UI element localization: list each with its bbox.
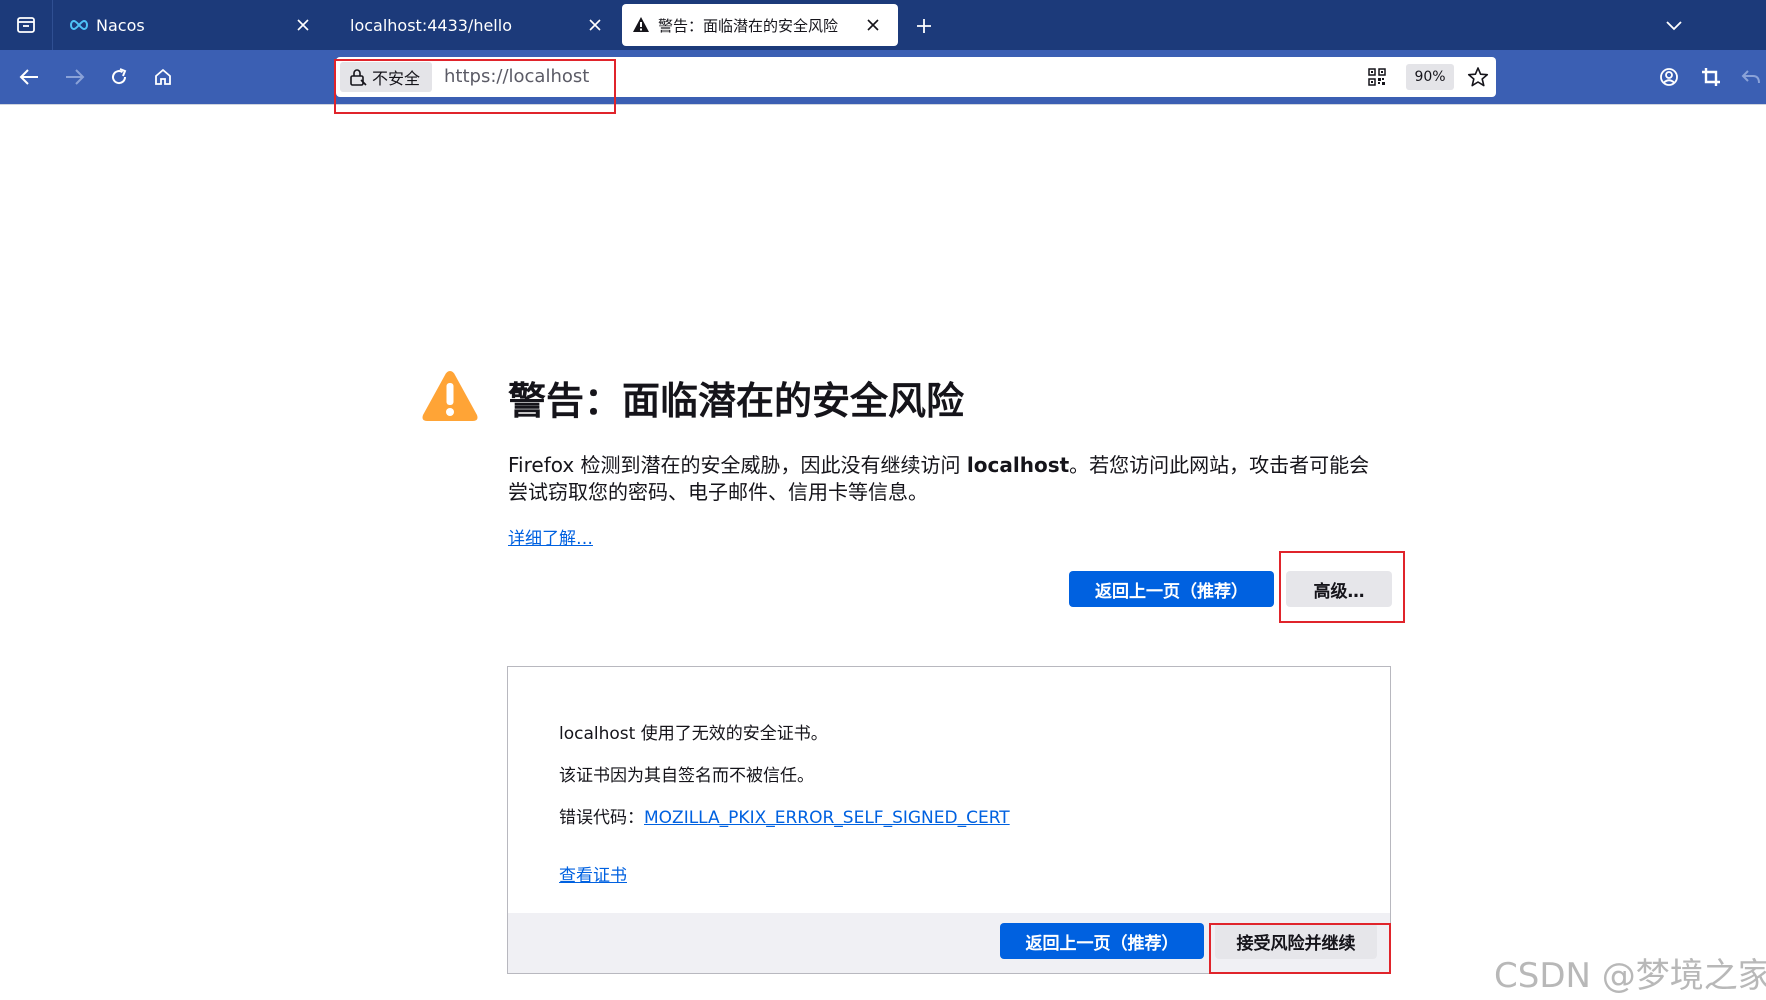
- home-icon: [155, 68, 171, 85]
- tab-close-button[interactable]: [584, 14, 606, 36]
- tab-close-button[interactable]: [292, 14, 314, 36]
- undo-arrow-icon: [1741, 70, 1760, 84]
- page-title: 警告：面临潜在的安全风险: [508, 379, 965, 423]
- list-all-tabs-button[interactable]: [1660, 12, 1688, 40]
- zoom-level-button[interactable]: 90%: [1406, 64, 1454, 90]
- cert-invalid-text: localhost 使用了无效的安全证书。: [559, 724, 828, 744]
- tab-label: Nacos: [96, 15, 145, 35]
- arrow-right-icon: [66, 69, 85, 85]
- error-code-link[interactable]: MOZILLA_PKIX_ERROR_SELF_SIGNED_CERT: [644, 808, 1010, 828]
- forward-button[interactable]: [60, 62, 90, 92]
- error-code-prefix: 错误代码：: [559, 808, 644, 828]
- close-icon: [589, 19, 601, 31]
- go-back-button-secondary[interactable]: 返回上一页（推荐）: [1000, 923, 1204, 959]
- tab-manager-button[interactable]: [0, 0, 53, 50]
- intro-hostname: localhost: [966, 453, 1070, 477]
- error-description: Firefox 检测到潜在的安全威胁，因此没有继续访问 localhost。若您…: [508, 452, 1378, 506]
- go-back-button[interactable]: 返回上一页（推荐）: [1069, 571, 1274, 607]
- highlight-box-advanced: [1279, 551, 1405, 623]
- account-icon: [1660, 68, 1678, 86]
- close-icon: [867, 19, 879, 31]
- close-icon: [297, 19, 309, 31]
- error-code-line: 错误代码：MOZILLA_PKIX_ERROR_SELF_SIGNED_CERT: [559, 803, 1010, 828]
- tab-security-warning[interactable]: 警告：面临潜在的安全风险: [622, 4, 898, 46]
- chevron-down-icon: [1666, 21, 1682, 31]
- navigation-toolbar: 不安全 https://localhost 90%: [0, 50, 1766, 104]
- tab-nacos[interactable]: Nacos: [54, 0, 328, 50]
- highlight-box-url: [334, 59, 616, 114]
- cert-self-signed-text: 该证书因为其自签名而不被信任。: [559, 766, 814, 786]
- qr-code-button[interactable]: [1366, 66, 1388, 88]
- reload-button[interactable]: [104, 62, 134, 92]
- warning-icon: [633, 17, 649, 32]
- nacos-infinity-icon: [70, 19, 88, 31]
- qr-code-icon: [1368, 68, 1386, 86]
- undo-button[interactable]: [1736, 62, 1766, 92]
- watermark-text: CSDN @梦境之家: [1494, 956, 1766, 996]
- tab-localhost-hello[interactable]: localhost:4433/hello: [330, 0, 620, 50]
- bookmark-star-button[interactable]: [1466, 65, 1490, 89]
- learn-more-link[interactable]: 详细了解…: [508, 524, 593, 549]
- intro-text-before: Firefox 检测到潜在的安全威胁，因此没有继续访问: [508, 453, 967, 477]
- arrow-left-icon: [19, 69, 38, 85]
- tab-manager-icon: [17, 17, 35, 33]
- tab-close-button[interactable]: [862, 14, 884, 36]
- toolbar-divider: [0, 104, 1766, 105]
- home-button[interactable]: [148, 62, 178, 92]
- warning-icon: [422, 371, 478, 421]
- tab-label: 警告：面临潜在的安全风险: [658, 16, 839, 35]
- screenshot-crop-button[interactable]: [1696, 62, 1726, 92]
- tab-strip: Nacos localhost:4433/hello 警告：面临潜在的安全风险: [0, 0, 1766, 50]
- account-button[interactable]: [1654, 62, 1684, 92]
- star-icon: [1467, 67, 1489, 87]
- view-certificate-link[interactable]: 查看证书: [559, 861, 627, 886]
- tab-label: localhost:4433/hello: [350, 15, 512, 35]
- reload-icon: [112, 68, 127, 85]
- crop-icon: [1702, 68, 1720, 86]
- new-tab-button[interactable]: [910, 12, 938, 40]
- highlight-box-accept: [1209, 923, 1391, 974]
- back-button[interactable]: [14, 62, 44, 92]
- plus-icon: [917, 19, 931, 33]
